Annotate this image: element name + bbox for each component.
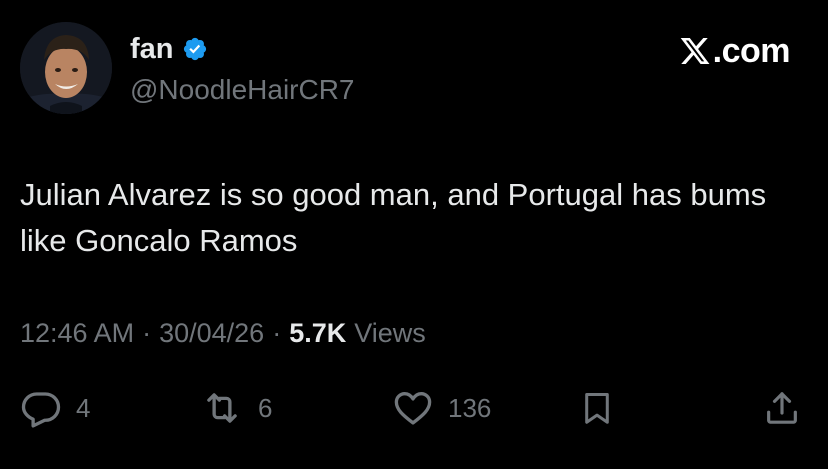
display-name[interactable]: fan: [130, 33, 174, 66]
views-label[interactable]: Views: [354, 318, 426, 349]
name-row: fan: [130, 30, 208, 68]
reply-count: 4: [76, 392, 91, 423]
tweet-text: Julian Alvarez is so good man, and Portu…: [20, 177, 767, 258]
meta-separator: ·: [272, 318, 282, 348]
reply-button[interactable]: 4: [20, 386, 90, 430]
views-count[interactable]: 5.7K: [289, 318, 346, 349]
action-bar: 4 6 136: [0, 386, 828, 430]
user-handle[interactable]: @NoodleHairCR7: [130, 74, 355, 106]
bookmark-button[interactable]: [578, 386, 616, 430]
tweet-card: fan @NoodleHairCR7 .com Julian Alvarez i…: [0, 0, 828, 469]
tweet-meta: 12:46 AM · 30/04/26 · 5.7K Views: [20, 318, 426, 349]
brand-logo: .com: [678, 30, 791, 72]
share-button[interactable]: [762, 386, 802, 430]
retweet-icon: [200, 387, 244, 429]
share-icon: [762, 387, 802, 429]
bookmark-icon: [578, 387, 616, 429]
tweet-date[interactable]: 30/04/26: [159, 318, 264, 349]
x-logo-icon: [678, 35, 712, 67]
avatar-image: [20, 22, 112, 114]
retweet-button[interactable]: 6: [200, 386, 272, 430]
like-button[interactable]: 136: [392, 386, 491, 430]
like-count: 136: [448, 392, 492, 423]
avatar[interactable]: [20, 22, 112, 114]
tweet-time[interactable]: 12:46 AM: [20, 318, 134, 349]
meta-separator: ·: [142, 318, 152, 348]
retweet-count: 6: [258, 392, 273, 423]
reply-icon: [20, 387, 62, 429]
verified-badge-icon: [182, 36, 208, 62]
brand-text: .com: [712, 31, 791, 70]
heart-icon: [392, 387, 434, 429]
